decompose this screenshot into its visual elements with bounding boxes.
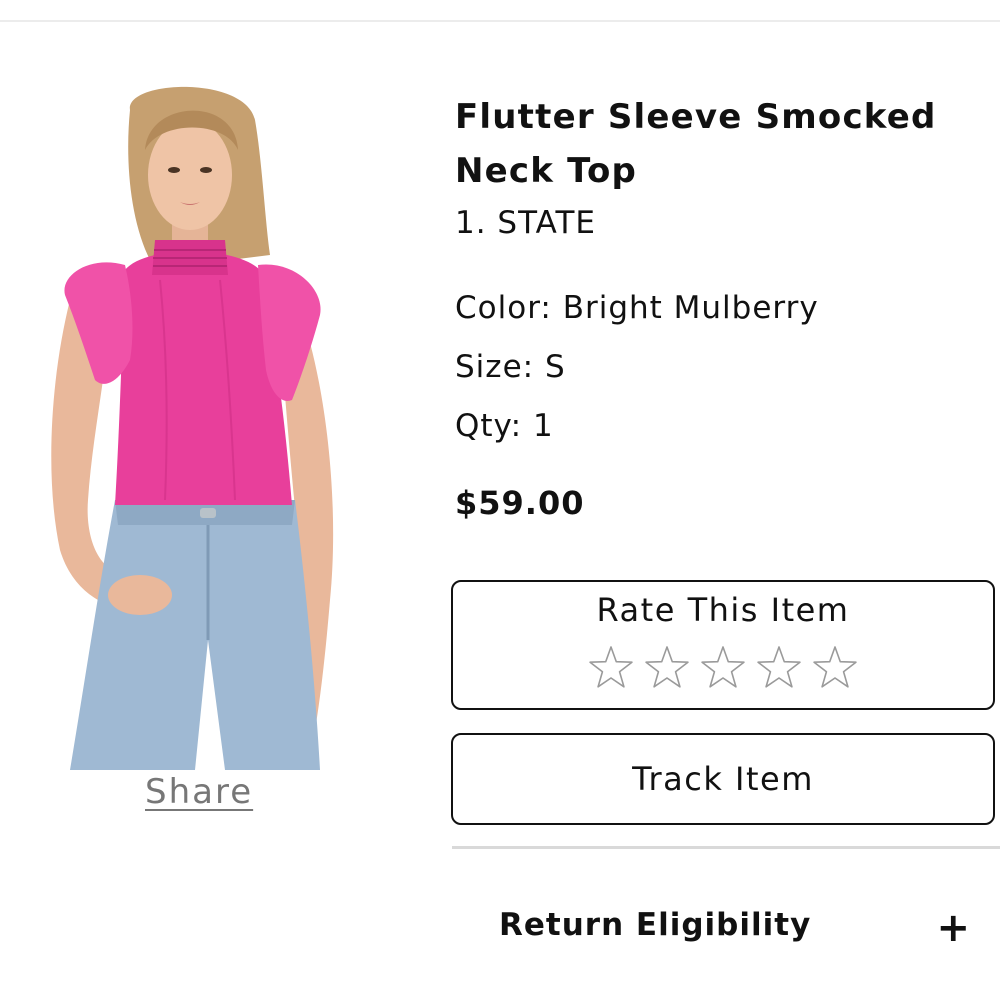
rate-item-box: Rate This Item <box>451 580 995 710</box>
star-icon[interactable] <box>587 644 635 692</box>
star-icon[interactable] <box>699 644 747 692</box>
plus-icon[interactable]: + <box>936 903 970 953</box>
product-title: Flutter Sleeve Smocked Neck Top <box>455 97 937 191</box>
order-item-page: Share Flutter Sleeve Smocked Neck Top 1.… <box>0 0 1000 1000</box>
attribute-size: Size: S <box>455 338 975 397</box>
attribute-label: Qty: <box>455 408 523 444</box>
attribute-label: Size: <box>455 349 535 385</box>
attribute-quantity: Qty: 1 <box>455 397 975 456</box>
return-eligibility-label: Return Eligibility <box>499 907 812 943</box>
attribute-value: S <box>544 349 566 385</box>
attribute-value: 1 <box>532 408 554 444</box>
product-details: Flutter Sleeve Smocked Neck Top 1. STATE… <box>455 90 975 528</box>
product-image[interactable] <box>30 80 370 770</box>
return-eligibility-toggle[interactable]: Return Eligibility + <box>452 895 992 965</box>
star-icon[interactable] <box>755 644 803 692</box>
rate-item-title: Rate This Item <box>596 591 850 629</box>
attribute-value: Bright Mulberry <box>562 290 819 326</box>
share-link[interactable]: Share <box>145 772 253 812</box>
product-brand: 1. STATE <box>455 205 596 241</box>
track-item-button[interactable]: Track Item <box>451 733 995 825</box>
product-price: $59.00 <box>455 484 585 522</box>
star-icon[interactable] <box>811 644 859 692</box>
top-divider <box>0 20 1000 22</box>
product-attributes: Color: Bright Mulberry Size: S Qty: 1 <box>455 279 975 456</box>
attribute-color: Color: Bright Mulberry <box>455 279 975 338</box>
star-rating <box>453 644 993 692</box>
star-icon[interactable] <box>643 644 691 692</box>
attribute-label: Color: <box>455 290 552 326</box>
section-divider <box>452 846 1000 849</box>
